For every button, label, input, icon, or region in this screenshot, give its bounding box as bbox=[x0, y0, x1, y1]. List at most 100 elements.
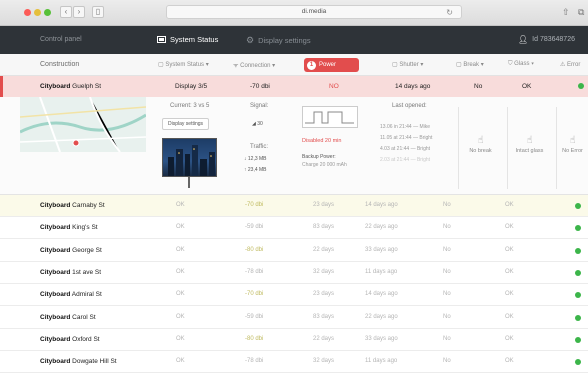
tab-display-settings-label: Display settings bbox=[258, 36, 311, 45]
filter-bar: Construction ▢ System Status ▾ ᯤ Connect… bbox=[0, 54, 588, 76]
touch-icon: ☝︎ bbox=[477, 135, 484, 146]
row-last-opened: 14 days ago bbox=[365, 291, 398, 298]
billboard-stand bbox=[188, 177, 190, 188]
row-signal: -78 dbi bbox=[245, 358, 264, 365]
backup-power-value: Charge 20 000 mAh bbox=[302, 162, 347, 168]
arrow-up-icon: ↑ bbox=[244, 167, 247, 173]
power-count-badge: 1 bbox=[307, 60, 316, 70]
filter-error[interactable]: ⚠ Error bbox=[560, 61, 580, 68]
table-row[interactable]: Cityboard Dowgate Hill St OK -78 dbi 32 day… bbox=[0, 351, 588, 374]
filter-shutter[interactable]: ▢ Shutter ▾ bbox=[392, 61, 423, 68]
tab-system-status[interactable]: System Status bbox=[157, 35, 218, 44]
table-row[interactable]: Cityboard 1st ave St OK -78 dbi 32 days 11 d… bbox=[0, 261, 588, 284]
filter-system-status[interactable]: ▢ System Status ▾ bbox=[158, 61, 209, 68]
row-signal: -78 dbi bbox=[245, 268, 264, 275]
row-last-opened: 11 days ago bbox=[365, 358, 398, 365]
disabled-duration: Disabled 20 min bbox=[302, 138, 342, 144]
row-status: OK bbox=[176, 291, 185, 298]
table-row[interactable]: Cityboard King's St OK -59 dbi 83 days 22 da… bbox=[0, 217, 588, 240]
reload-icon[interactable]: ↻ bbox=[446, 8, 453, 18]
back-icon[interactable]: ‹ bbox=[60, 6, 72, 18]
filter-power[interactable]: 1 Power bbox=[304, 58, 359, 72]
row-signal: -80 dbi bbox=[245, 246, 264, 253]
arrow-down-icon: ↓ bbox=[244, 156, 247, 162]
power-graph-icon bbox=[302, 106, 358, 128]
touch-icon: ☝︎ bbox=[526, 135, 533, 146]
row-glass: OK bbox=[505, 358, 514, 365]
app-header: Control panel System Status ⚙ Display se… bbox=[0, 26, 588, 54]
row-break: No bbox=[443, 291, 451, 298]
control-panel-link[interactable]: Control panel bbox=[40, 36, 82, 43]
row-last-opened: 33 days ago bbox=[365, 335, 398, 342]
selected-row-last-opened: 14 days ago bbox=[395, 83, 431, 90]
table-row[interactable]: Cityboard Oxford St OK -80 dbi 22 days 33 da… bbox=[0, 328, 588, 351]
signal-label: Signal: bbox=[250, 103, 269, 109]
user-account[interactable]: 👤︎ Id 783648726 bbox=[518, 35, 575, 44]
sensor-break: ☝︎ No break bbox=[458, 107, 502, 189]
sidebar-icon[interactable]: ▯ bbox=[92, 6, 104, 18]
status-dot bbox=[575, 314, 581, 321]
table-row[interactable]: Cityboard Carol St OK -59 dbi 83 days 22 day… bbox=[0, 306, 588, 329]
selected-row[interactable]: Cityboard Guelph St Display 3/5 -70 dbi … bbox=[0, 76, 588, 97]
backup-power-label: Backup Power: bbox=[302, 154, 336, 160]
sensor-glass: ☝︎ Intact glass bbox=[507, 107, 551, 189]
address-bar[interactable]: di.media ↻ bbox=[166, 5, 462, 19]
traffic-label: Traffic: bbox=[250, 144, 269, 150]
row-signal: -59 dbi bbox=[245, 313, 264, 320]
forward-icon[interactable]: › bbox=[73, 6, 85, 18]
display-settings-button[interactable]: Display settings bbox=[162, 118, 210, 130]
row-name: Cityboard Oxford St bbox=[40, 335, 100, 343]
status-dot bbox=[575, 203, 581, 209]
selected-row-display: Display 3/5 bbox=[175, 83, 208, 90]
status-dot bbox=[575, 247, 581, 254]
status-dot bbox=[575, 225, 581, 232]
detail-panel: Current: 3 vs 5 Display settings Signal:… bbox=[0, 97, 588, 195]
row-status: OK bbox=[176, 268, 185, 275]
row-status: OK bbox=[176, 246, 185, 253]
table-row[interactable]: Cityboard Carnaby St OK -70 dbi 23 days 14 d… bbox=[0, 195, 588, 217]
traffic-up: ↑ 23,4 MB bbox=[244, 167, 267, 173]
zoom-window-button[interactable] bbox=[44, 9, 51, 16]
row-status: OK bbox=[176, 224, 185, 231]
row-signal: -59 dbi bbox=[245, 224, 264, 231]
location-map[interactable] bbox=[20, 97, 146, 152]
row-last-opened: 33 days ago bbox=[365, 246, 398, 253]
signal-bars-icon: ◢ bbox=[252, 121, 256, 127]
row-days: 83 days bbox=[313, 224, 335, 231]
current-display-label: Current: 3 vs 5 bbox=[170, 103, 210, 109]
filter-break[interactable]: ▢ Break ▾ bbox=[456, 61, 484, 68]
share-icon[interactable]: ⇧ bbox=[562, 6, 570, 18]
row-break: No bbox=[443, 358, 451, 365]
browser-chrome: ‹ › ▯ di.media ↻ ⇧ ⧉ bbox=[0, 0, 588, 26]
close-window-button[interactable] bbox=[24, 9, 31, 16]
billboard-preview-image[interactable] bbox=[162, 138, 217, 177]
tab-display-settings[interactable]: ⚙ Display settings bbox=[246, 35, 311, 46]
table-row[interactable]: Cityboard Admiral St OK -70 dbi 23 days 14 d… bbox=[0, 284, 588, 307]
user-id: Id 783648726 bbox=[532, 36, 575, 43]
filter-glass[interactable]: ⛉ Glass ▾ bbox=[508, 61, 534, 68]
traffic-down: ↓ 12,3 MB bbox=[244, 156, 267, 162]
row-name: Cityboard Carol St bbox=[40, 313, 96, 321]
sensor-error-label: No Error bbox=[562, 148, 583, 154]
minimize-window-button[interactable] bbox=[34, 9, 41, 16]
row-days: 22 days bbox=[313, 246, 335, 253]
row-name: Cityboard Admiral St bbox=[40, 291, 102, 299]
opening-entry: 13.06 in 21:44 — Mike bbox=[380, 124, 431, 130]
row-break: No bbox=[443, 246, 451, 253]
map-illustration bbox=[20, 97, 146, 152]
filter-connection[interactable]: ᯤ Connection ▾ bbox=[233, 61, 275, 69]
tabs-icon[interactable]: ⧉ bbox=[578, 6, 584, 18]
selected-row-break: No bbox=[474, 83, 483, 90]
row-days: 22 days bbox=[313, 335, 335, 342]
row-last-opened: 22 days ago bbox=[365, 313, 398, 320]
row-days: 32 days bbox=[313, 358, 335, 365]
last-opened-label: Last opened: bbox=[392, 103, 427, 109]
row-name: Cityboard George St bbox=[40, 246, 102, 254]
row-glass: OK bbox=[505, 224, 514, 231]
opening-entry: 11.05 at 21:44 — Bright bbox=[380, 135, 433, 141]
opening-entry: 4.03 at 21:44 — Bright bbox=[380, 146, 431, 152]
selected-row-signal: -70 dbi bbox=[250, 83, 270, 90]
row-last-opened: 11 days ago bbox=[365, 268, 398, 275]
row-break: No bbox=[443, 224, 451, 231]
table-row[interactable]: Cityboard George St OK -80 dbi 22 days 33 da… bbox=[0, 239, 588, 262]
